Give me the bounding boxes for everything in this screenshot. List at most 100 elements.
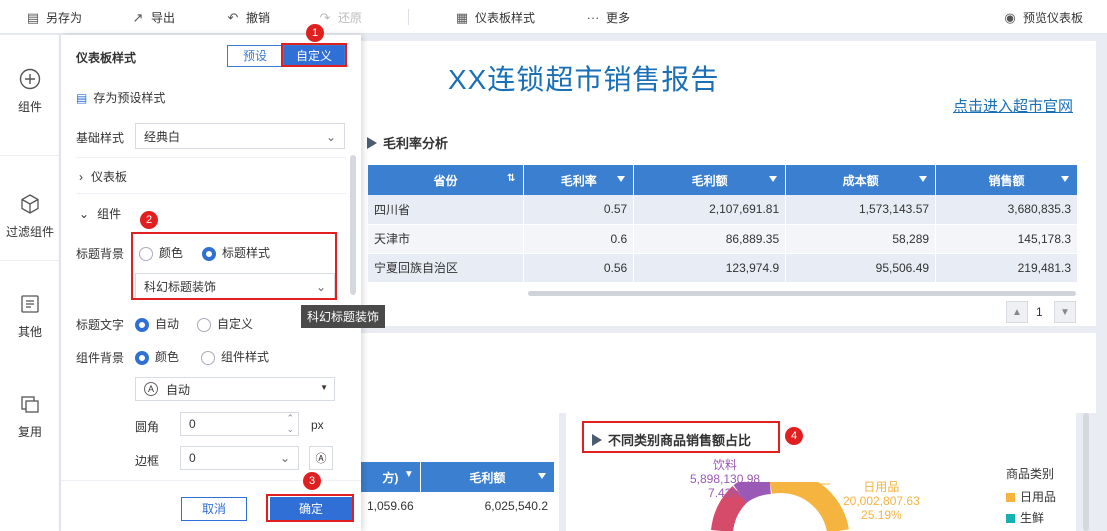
step-badge-4: 4	[785, 427, 803, 445]
copy-icon	[19, 393, 41, 415]
section-dashboard[interactable]: › 仪表板	[79, 168, 127, 185]
plus-circle-icon	[19, 68, 41, 90]
sidebar-item-filter[interactable]: 过滤组件	[0, 193, 60, 240]
tab-preset[interactable]: 预设	[227, 45, 283, 67]
sidebar-divider	[0, 155, 60, 156]
title-text-label: 标题文字	[76, 318, 125, 332]
legend-swatch	[1006, 514, 1015, 524]
table-row: 宁夏回族自治区 0.56 123,974.9 95,506.49 219,481.3	[368, 253, 1078, 283]
chevron-down-icon: ⌄	[279, 451, 290, 465]
canvas-scrollbar[interactable]	[1083, 413, 1089, 531]
radio-selected-icon	[135, 317, 149, 332]
gross-margin-table: 省份 ⇅ 毛利率 毛利额 成本额 销售额 四川省 0.57 2,107,691.81 1…	[368, 165, 1078, 283]
tooltip: 科幻标题装饰	[301, 305, 386, 328]
chevron-up-icon: ▲	[1012, 306, 1022, 318]
preview-button[interactable]: ◉ 预览仪表板	[1003, 9, 1083, 26]
save-preset-button[interactable]: ▤ 存为预设样式	[76, 89, 165, 106]
sort-icon[interactable]: ⇅	[507, 173, 515, 184]
highlight-box-1	[281, 43, 347, 67]
preview-icon: ◉	[1004, 9, 1016, 25]
chevron-down-icon: ⌄	[79, 207, 90, 221]
caret-down-icon: ▼	[320, 383, 328, 392]
color-auto-select[interactable]: A 自动 ▼	[135, 377, 335, 401]
save-icon: ▤	[76, 90, 88, 105]
radio-icon	[201, 350, 215, 365]
page-up-button[interactable]: ▲	[1006, 301, 1028, 323]
legend-item[interactable]: 日用品	[1006, 488, 1056, 505]
chevron-right-icon: ›	[79, 170, 83, 184]
column-header[interactable]: 毛利额	[633, 165, 787, 195]
top-toolbar: ▤ 另存为 ↗ 导出 ↶ 撤销 ↷ 还原 ▦ 仪表板样式 ··· 更多 ◉ 预览仪表板	[0, 0, 1107, 34]
column-header[interactable]: 毛利额	[420, 462, 556, 492]
column-header[interactable]: 销售额	[935, 165, 1078, 195]
border-label: 边框	[135, 454, 160, 468]
radio-icon	[197, 317, 211, 332]
page-down-button[interactable]: ▼	[1054, 301, 1076, 323]
color-a-icon: Ⓐ	[315, 453, 327, 465]
save-as-button[interactable]: ▤ 另存为	[26, 9, 82, 26]
panel-scrollbar[interactable]	[350, 155, 356, 295]
dropdown-icon[interactable]	[1061, 176, 1069, 182]
dropdown-icon[interactable]	[919, 176, 928, 182]
title-text-auto-radio[interactable]: 自动	[135, 315, 179, 332]
cancel-button[interactable]: 取消	[181, 497, 247, 521]
undo-button[interactable]: ↶ 撤销	[226, 9, 270, 26]
column-header[interactable]: 方) ▼	[361, 462, 421, 492]
radius-unit: px	[311, 418, 324, 432]
column-header[interactable]: 省份 ⇅	[368, 165, 525, 195]
pie-slice-daily-goods[interactable]	[769, 482, 849, 531]
redo-button[interactable]: ↷ 还原	[318, 9, 362, 26]
step-badge-1: 1	[306, 24, 324, 42]
export-button[interactable]: ↗ 导出	[131, 9, 175, 26]
save-icon: ▤	[26, 9, 40, 25]
section-component[interactable]: ⌄ 组件	[79, 205, 121, 222]
color-auto-icon: A	[144, 382, 158, 396]
section-title-gross-margin: 毛利率分析	[367, 133, 448, 152]
stepper-arrows-icon[interactable]: ⌃ ⌄	[286, 413, 294, 435]
dropdown-icon[interactable]	[617, 176, 626, 182]
column-header[interactable]: 成本额	[785, 165, 937, 195]
base-style-label: 基础样式	[76, 131, 125, 145]
triangle-icon	[367, 136, 377, 149]
legend-item[interactable]: 生鲜	[1006, 509, 1056, 526]
filter-icon[interactable]: ▼	[404, 469, 414, 480]
site-link[interactable]: 点击进入超市官网	[953, 95, 1073, 116]
comp-bg-color-radio[interactable]: 颜色	[135, 348, 179, 365]
column-header[interactable]: 毛利率	[523, 165, 635, 195]
more-icon: ···	[586, 9, 600, 25]
pie-label-beverage: 饮料 5,898,130.98 7.43%	[690, 458, 761, 500]
pie-label-daily-goods: 日用品 20,002,807.63 25.19%	[843, 480, 920, 522]
radius-stepper[interactable]: 0 ⌃ ⌄	[180, 412, 299, 436]
comp-bg-label: 组件背景	[76, 351, 125, 365]
dropdown-icon[interactable]	[538, 473, 546, 479]
second-table: 方) ▼ 毛利额 1,059.66 6,025,540.2	[361, 462, 556, 522]
title-text-custom-radio[interactable]: 自定义	[197, 315, 253, 332]
dropdown-icon[interactable]	[769, 176, 778, 182]
dashboard-style-button[interactable]: ▦ 仪表板样式	[455, 9, 535, 26]
redo-icon: ↷	[319, 9, 331, 25]
title-bg-label: 标题背景	[76, 247, 125, 261]
step-badge-2: 2	[140, 211, 158, 229]
panel-title: 仪表板样式	[76, 51, 137, 65]
comp-bg-style-radio[interactable]: 组件样式	[201, 348, 269, 365]
chevron-down-icon: ⌄	[325, 130, 336, 144]
sidebar-item-component[interactable]: 组件	[0, 68, 60, 115]
sidebar-divider	[0, 260, 60, 261]
more-button[interactable]: ··· 更多	[586, 9, 631, 26]
pie-legend: 商品类别 日用品 生鲜	[1006, 467, 1057, 526]
border-select[interactable]: 0 ⌄	[180, 446, 299, 470]
toolbar-divider	[408, 9, 409, 25]
table-row: 四川省 0.57 2,107,691.81 1,573,143.57 3,680,835…	[368, 195, 1078, 225]
sidebar-item-reuse[interactable]: 复用	[0, 393, 60, 440]
cube-icon	[19, 193, 41, 215]
divider	[76, 157, 346, 158]
highlight-box-3	[266, 494, 354, 522]
legend-swatch	[1006, 493, 1015, 503]
undo-icon: ↶	[227, 9, 239, 25]
base-style-select[interactable]: 经典白 ⌄	[135, 123, 345, 149]
sidebar-item-other[interactable]: 其他	[0, 293, 60, 340]
table-horizontal-scrollbar[interactable]	[528, 291, 1076, 296]
style-icon: ▦	[455, 9, 469, 25]
border-color-button[interactable]: Ⓐ	[309, 446, 333, 470]
table-row: 天津市 0.6 86,889.35 58,289 145,178.3	[368, 224, 1078, 254]
